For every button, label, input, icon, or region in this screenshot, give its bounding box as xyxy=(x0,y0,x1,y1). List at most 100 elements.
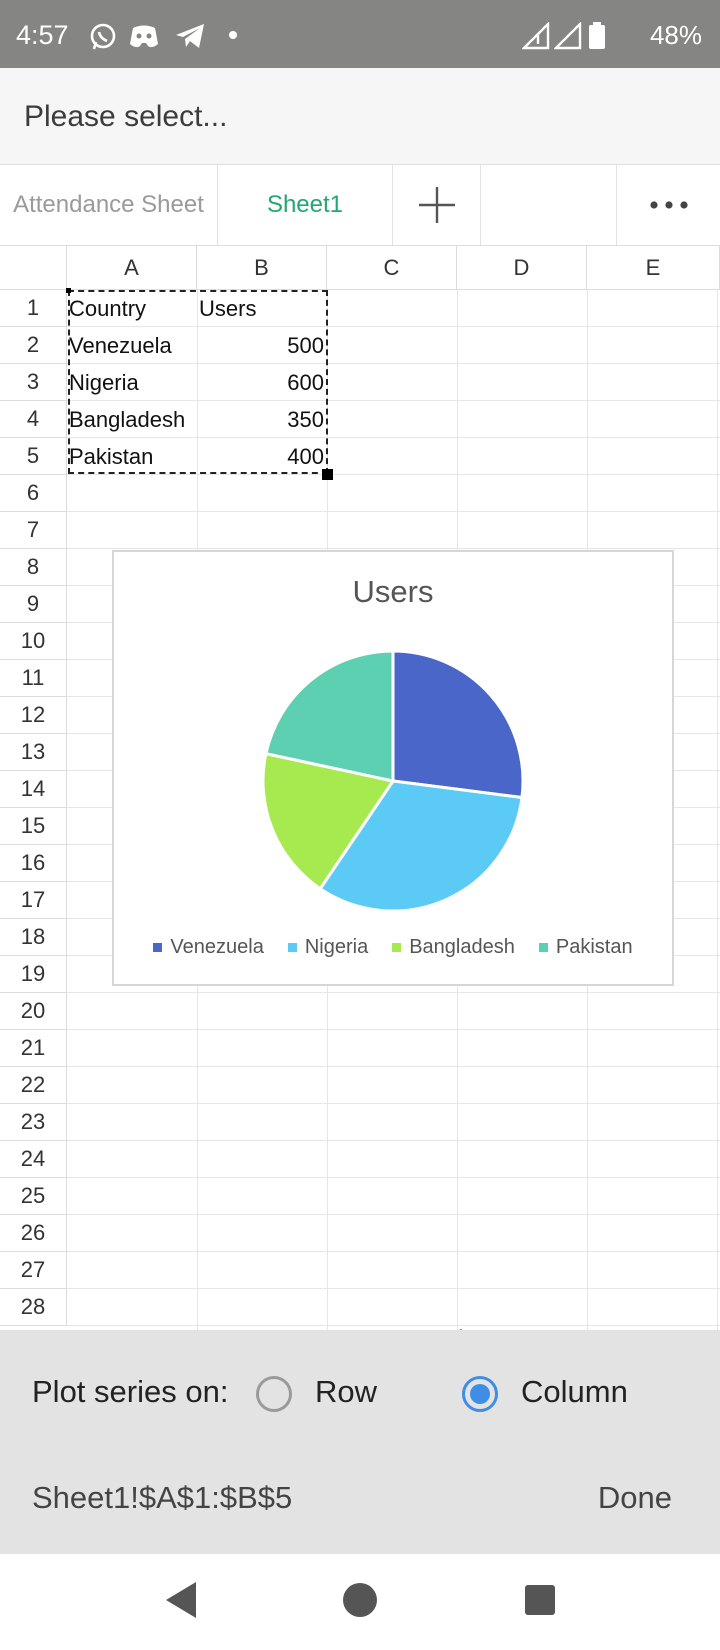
selection-start-handle[interactable] xyxy=(66,288,71,293)
pie-plot xyxy=(261,649,525,913)
watermark-text: @lhorgic xyxy=(342,1317,491,1330)
tab-attendance-sheet[interactable]: Attendance Sheet xyxy=(0,165,218,245)
row-header[interactable]: 10 xyxy=(0,623,67,660)
battery-percent: 48% xyxy=(649,20,702,50)
row-header[interactable]: 9 xyxy=(0,586,67,623)
grid-line xyxy=(717,290,718,1330)
grid-line xyxy=(67,511,720,512)
row-header[interactable]: 1 xyxy=(0,290,67,327)
legend-swatch xyxy=(287,943,297,952)
signal-icon xyxy=(522,22,550,50)
row-header[interactable]: 8 xyxy=(0,549,67,586)
status-bar: 4:57 48% xyxy=(0,0,720,68)
grid-line xyxy=(67,1029,720,1030)
more-button[interactable] xyxy=(617,165,720,245)
grid-line xyxy=(67,1288,720,1289)
legend-item-venezuela: Venezuela xyxy=(153,936,264,959)
done-button[interactable]: Done xyxy=(598,1480,672,1516)
column-header-d[interactable]: D xyxy=(457,246,587,290)
column-header-b[interactable]: B xyxy=(197,246,327,290)
recents-icon[interactable] xyxy=(522,1580,558,1620)
row-header[interactable]: 13 xyxy=(0,734,67,771)
dot-icon xyxy=(229,31,237,39)
select-prompt: Please select... xyxy=(24,100,228,133)
row-header[interactable]: 25 xyxy=(0,1178,67,1215)
range-select-bar[interactable]: Please select... xyxy=(0,68,720,164)
add-sheet-button[interactable] xyxy=(393,165,481,245)
grid-line xyxy=(67,1103,720,1104)
legend-label: Venezuela xyxy=(170,936,264,958)
plus-icon xyxy=(418,187,455,223)
row-header[interactable]: 6 xyxy=(0,475,67,512)
row-header[interactable]: 5 xyxy=(0,438,67,475)
row-header[interactable]: 2 xyxy=(0,327,67,364)
selection-range xyxy=(68,290,328,474)
column-header-a[interactable]: A xyxy=(67,246,197,290)
row-header[interactable]: 27 xyxy=(0,1252,67,1289)
discord-icon xyxy=(130,25,158,48)
legend-item-pakistan: Pakistan xyxy=(538,936,633,959)
row-header[interactable]: 14 xyxy=(0,771,67,808)
row-header[interactable]: 3 xyxy=(0,364,67,401)
grid-line xyxy=(67,548,720,549)
spreadsheet-grid[interactable]: A B C D E 1 2 3 4 5 6 7 8 9 10 11 12 13 14 15 16 17 18 19 2… xyxy=(0,246,720,1330)
legend-label: Nigeria xyxy=(304,936,369,958)
row-header[interactable]: 4 xyxy=(0,401,67,438)
signal-icon xyxy=(554,22,582,50)
row-header[interactable]: 15 xyxy=(0,808,67,845)
legend-swatch xyxy=(538,943,548,952)
row-header[interactable]: 22 xyxy=(0,1067,67,1104)
sheet-tabs: Attendance Sheet Sheet1 xyxy=(0,164,720,246)
row-header[interactable]: 7 xyxy=(0,512,67,549)
tab-spacer xyxy=(481,165,617,245)
legend-label: Bangladesh xyxy=(409,936,515,958)
pie-chart[interactable]: Users Venezuela Nigeria Bangladesh Pakistan xyxy=(112,550,674,986)
column-header-e[interactable]: E xyxy=(587,246,720,290)
row-header[interactable]: 16 xyxy=(0,845,67,882)
back-icon[interactable] xyxy=(162,1580,198,1620)
selection-resize-handle[interactable] xyxy=(322,469,333,480)
row-header[interactable]: 17 xyxy=(0,882,67,919)
row-header[interactable]: 24 xyxy=(0,1141,67,1178)
tab-sheet1[interactable]: Sheet1 xyxy=(218,165,393,245)
legend-item-bangladesh: Bangladesh xyxy=(392,936,515,959)
legend-label: Pakistan xyxy=(555,936,633,958)
row-header[interactable]: 23 xyxy=(0,1104,67,1141)
column-header-c[interactable]: C xyxy=(327,246,457,290)
plot-series-panel: Plot series on: Row Column Sheet1!$A$1:$… xyxy=(0,1330,720,1554)
row-header[interactable]: 28 xyxy=(0,1289,67,1326)
pie-slice-venezuela[interactable] xyxy=(391,649,525,800)
grid-line xyxy=(67,1214,720,1215)
row-header[interactable]: 18 xyxy=(0,919,67,956)
corner-cell[interactable] xyxy=(0,246,67,290)
row-header[interactable]: 21 xyxy=(0,1030,67,1067)
row-header[interactable]: 20 xyxy=(0,993,67,1030)
row-header[interactable]: 26 xyxy=(0,1215,67,1252)
grid-line xyxy=(67,1066,720,1067)
grid-line xyxy=(67,1325,720,1326)
grid-line xyxy=(67,1140,720,1141)
home-icon[interactable] xyxy=(342,1580,378,1620)
legend-item-nigeria: Nigeria xyxy=(287,936,369,959)
whatsapp-icon xyxy=(90,23,116,50)
chart-legend: Venezuela Nigeria Bangladesh Pakistan xyxy=(114,936,672,959)
column-radio[interactable] xyxy=(462,1376,498,1412)
row-header[interactable]: 12 xyxy=(0,697,67,734)
telegram-icon xyxy=(176,24,204,48)
row-radio-label[interactable]: Row xyxy=(315,1374,377,1410)
battery-icon xyxy=(589,22,605,49)
status-time: 4:57 xyxy=(16,20,69,50)
more-icon xyxy=(649,201,688,209)
plot-series-label: Plot series on: xyxy=(32,1374,229,1409)
grid-line xyxy=(67,1177,720,1178)
legend-swatch xyxy=(392,943,402,952)
legend-swatch xyxy=(153,943,163,952)
navigation-bar xyxy=(0,1554,720,1650)
grid-line xyxy=(67,992,720,993)
row-header[interactable]: 19 xyxy=(0,956,67,993)
column-radio-label[interactable]: Column xyxy=(521,1374,628,1410)
range-reference[interactable]: Sheet1!$A$1:$B$5 xyxy=(32,1480,292,1516)
row-header[interactable]: 11 xyxy=(0,660,67,697)
row-radio[interactable] xyxy=(256,1376,292,1412)
grid-line xyxy=(67,1251,720,1252)
